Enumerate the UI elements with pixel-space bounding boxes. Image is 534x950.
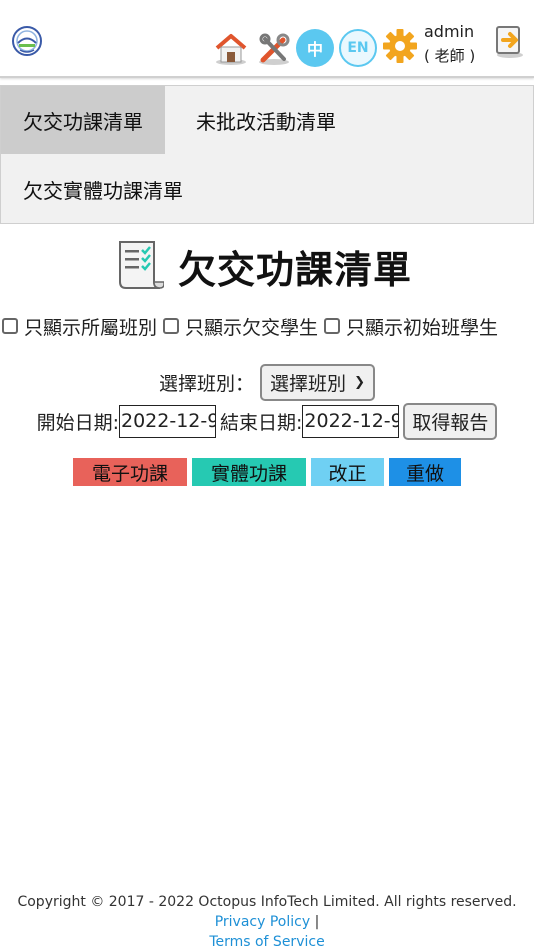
copyright-text: Copyright © 2017 - 2022 Octopus InfoTech… bbox=[17, 894, 517, 910]
homework-type-legend: 電子功課 實體功課 改正 重做 bbox=[0, 458, 534, 486]
date-range-row: 開始日期: 2022-12-9 結束日期: 2022-12-9 取得報告 bbox=[0, 402, 534, 440]
app-header: 中 EN admin ( 老師 ) bbox=[0, 0, 534, 78]
class-select-label: 選擇班別： bbox=[159, 372, 255, 395]
page-title-row: 欠交功課清單 bbox=[114, 238, 412, 294]
terms-of-service-link[interactable]: Terms of Service bbox=[209, 934, 324, 950]
user-name: admin bbox=[424, 22, 475, 41]
language-english-button[interactable]: EN bbox=[339, 29, 377, 67]
initial-class-label: 只顯示初始班學生 bbox=[346, 316, 499, 339]
legend-electronic-homework: 電子功課 bbox=[73, 458, 187, 486]
tab-unmarked-activities[interactable]: 未批改活動清單 bbox=[174, 86, 358, 154]
school-logo-icon[interactable] bbox=[10, 24, 44, 58]
class-select[interactable]: 選擇班別 ❯ bbox=[260, 363, 375, 401]
logout-icon[interactable] bbox=[490, 22, 528, 60]
missing-students-label: 只顯示欠交學生 bbox=[185, 316, 319, 339]
legend-correction: 改正 bbox=[311, 458, 384, 486]
footer-separator: | bbox=[314, 914, 320, 930]
end-date-label: 結束日期: bbox=[219, 411, 303, 434]
user-role: ( 老師 ) bbox=[424, 47, 476, 65]
legend-physical-homework: 實體功課 bbox=[192, 458, 306, 486]
own-class-checkbox[interactable] bbox=[2, 318, 18, 334]
class-select-value: 選擇班別 bbox=[270, 372, 347, 395]
end-date-input[interactable]: 2022-12-9 bbox=[302, 404, 400, 438]
initial-class-checkbox[interactable] bbox=[324, 318, 341, 334]
checklist-scroll-icon bbox=[114, 238, 165, 294]
report-tabs: 欠交功課清單 未批改活動清單 欠交實體功課清單 bbox=[0, 85, 534, 224]
filter-missing-students[interactable]: 只顯示欠交學生 bbox=[161, 313, 318, 340]
start-date-input[interactable]: 2022-12-9 bbox=[118, 404, 216, 438]
filter-own-class[interactable]: 只顯示所屬班別 bbox=[0, 313, 157, 340]
tab-missing-physical-homework[interactable]: 欠交實體功課清單 bbox=[1, 155, 205, 223]
legend-redo: 重做 bbox=[389, 458, 461, 486]
settings-gear-icon[interactable] bbox=[381, 27, 419, 65]
home-icon[interactable] bbox=[212, 30, 250, 68]
language-chinese-button[interactable]: 中 bbox=[296, 29, 334, 67]
privacy-policy-link[interactable]: Privacy Policy bbox=[215, 914, 310, 930]
chevron-down-icon: ❯ bbox=[354, 374, 365, 390]
filter-options: 只顯示所屬班別 只顯示欠交學生 只顯示初始班學生 bbox=[0, 312, 534, 340]
user-info: admin ( 老師 ) bbox=[424, 20, 490, 68]
page-title: 欠交功課清單 bbox=[178, 247, 413, 292]
own-class-label: 只顯示所屬班別 bbox=[24, 316, 158, 339]
start-date-label: 開始日期: bbox=[36, 411, 119, 434]
filter-initial-class[interactable]: 只顯示初始班學生 bbox=[322, 313, 498, 340]
class-select-row: 選擇班別： 選擇班別 ❯ bbox=[0, 363, 534, 401]
page-footer: Copyright © 2017 - 2022 Octopus InfoTech… bbox=[0, 892, 534, 950]
missing-students-checkbox[interactable] bbox=[163, 318, 180, 334]
tab-missing-homework[interactable]: 欠交功課清單 bbox=[1, 86, 165, 154]
get-report-button[interactable]: 取得報告 bbox=[403, 402, 498, 440]
tools-icon[interactable] bbox=[255, 30, 293, 68]
